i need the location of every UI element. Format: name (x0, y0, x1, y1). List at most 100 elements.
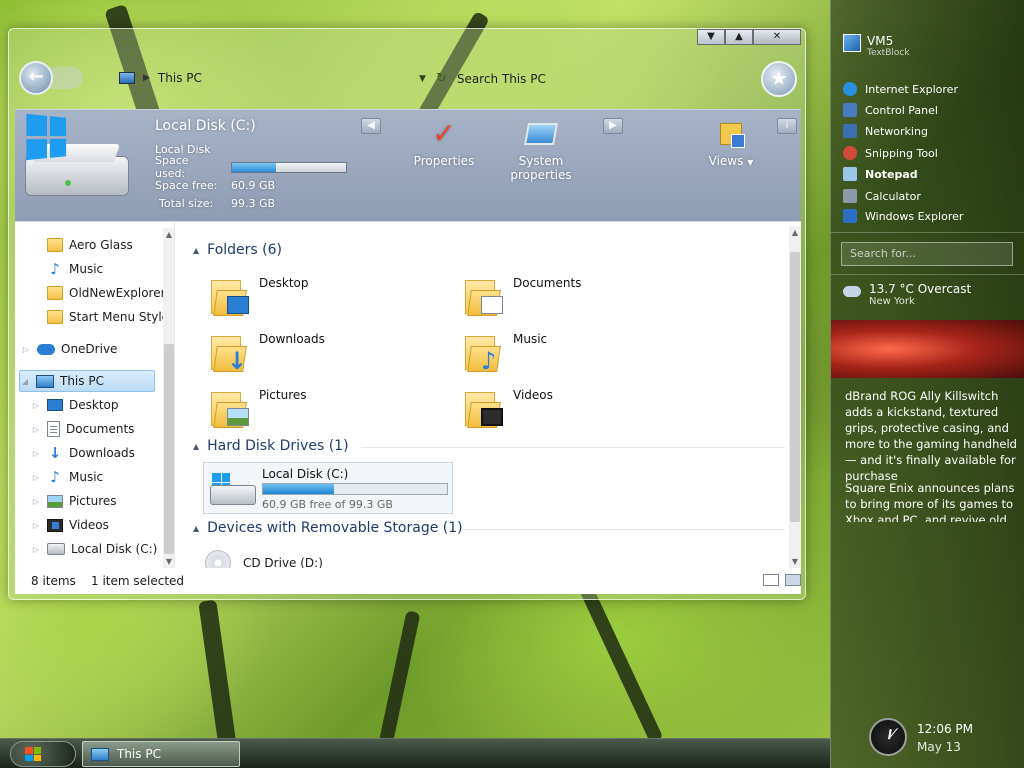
back-button[interactable]: ← (19, 61, 53, 95)
search-input[interactable]: Search This PC (457, 72, 546, 86)
start-button[interactable] (10, 741, 76, 767)
system-properties-button[interactable]: System properties (491, 118, 591, 182)
maximize-button[interactable]: ▲ (725, 29, 753, 45)
chevron-right-icon[interactable]: ▶ (143, 73, 150, 83)
group-header-removable-storage[interactable]: ▲ Devices with Removable Storage (1) (193, 520, 463, 536)
search-box[interactable]: ▼ ↻ Search This PC (419, 71, 546, 86)
details-view-icon[interactable] (763, 574, 779, 586)
folder-tile-videos[interactable]: Videos (465, 388, 553, 428)
clock-time: 12:06 PM (917, 722, 973, 736)
chevron-down-icon: ▼ (747, 158, 754, 167)
disk-title: Local Disk (C:) (155, 118, 256, 134)
expand-icon[interactable]: ▷ (31, 449, 41, 458)
scroll-down-icon[interactable]: ▼ (163, 557, 174, 566)
sidebar-link-networking[interactable]: Networking (843, 124, 928, 138)
expand-icon[interactable]: ▷ (31, 497, 41, 506)
expand-icon[interactable]: ▷ (21, 345, 31, 354)
nav-item-downloads[interactable]: ▷ ↓ Downloads (31, 442, 135, 464)
nav-item-start-menu-style[interactable]: Start Menu Style (47, 306, 169, 328)
folder-tile-downloads[interactable]: ↓ Downloads (211, 332, 325, 373)
nav-item-this-pc[interactable]: ◢ This PC (19, 370, 155, 392)
news-item[interactable]: Square Enix announces plans to bring mor… (845, 480, 1019, 522)
star-icon: ★ (770, 66, 788, 90)
scroll-down-icon[interactable]: ▼ (789, 557, 801, 566)
nav-item-music-pinned[interactable]: ♪ Music (47, 258, 103, 280)
address-bar[interactable]: ▶ This PC (119, 71, 202, 85)
chevron-down-icon[interactable]: ▼ (419, 74, 426, 84)
music-icon: ♪ (50, 468, 60, 486)
main-scroll-thumb[interactable] (790, 252, 800, 522)
nav-item-local-disk[interactable]: ▷ Local Disk (C:) (31, 538, 157, 560)
collapse-icon[interactable]: ▲ (193, 524, 199, 533)
nav-item-desktop[interactable]: ▷ Desktop (31, 394, 119, 416)
address-location[interactable]: This PC (158, 71, 202, 85)
folder-tile-documents[interactable]: Documents (465, 276, 581, 316)
clock-date: May 13 (917, 740, 961, 754)
pane-back-button[interactable]: ◀ (361, 118, 381, 134)
space-free-label: Space free: (155, 178, 218, 192)
close-button[interactable]: ✕ (753, 29, 801, 45)
disk-metadata: Local Disk (C:) Local Disk Space used: S… (155, 118, 347, 212)
vm5-logo-icon (843, 34, 861, 52)
sidebar-link-control-panel[interactable]: Control Panel (843, 103, 938, 117)
minimize-button[interactable]: ▼ (697, 29, 725, 45)
documents-folder-icon (465, 276, 503, 316)
scroll-up-icon[interactable]: ▲ (789, 228, 801, 237)
sidebar-link-snipping-tool[interactable]: Snipping Tool (843, 146, 938, 160)
sidebar-link-notepad[interactable]: Notepad (843, 167, 918, 181)
sidebar-link-calculator[interactable]: Calculator (843, 189, 921, 203)
expand-icon[interactable]: ▷ (31, 521, 41, 530)
status-bar: 8 items 1 item selected (15, 568, 801, 594)
expand-icon[interactable]: ▷ (31, 425, 41, 434)
expand-icon[interactable]: ▷ (31, 473, 41, 482)
news-item[interactable]: dBrand ROG Ally Killswitch adds a kickst… (845, 388, 1019, 484)
nav-item-onedrive[interactable]: ▷ OneDrive (21, 338, 118, 360)
large-icons-view-icon[interactable] (785, 574, 801, 586)
expand-icon[interactable]: ▷ (31, 401, 41, 410)
nav-item-music[interactable]: ▷ ♪ Music (31, 466, 103, 488)
scroll-up-icon[interactable]: ▲ (163, 230, 174, 239)
explorer-window: ▼ ▲ ✕ ← ▶ This PC ▼ ↻ Search This PC ★ L… (8, 28, 806, 600)
taskbar: This PC (0, 738, 830, 768)
favorites-button[interactable]: ★ (761, 61, 797, 97)
folder-tile-music[interactable]: ♪ Music (465, 332, 547, 373)
scissors-icon (843, 146, 857, 160)
taskbar-item-this-pc[interactable]: This PC (82, 741, 240, 767)
collapse-icon[interactable]: ▲ (193, 442, 199, 451)
sidebar-link-windows-explorer[interactable]: Windows Explorer (843, 209, 963, 223)
pane-forward-button[interactable]: ▶ (603, 118, 623, 134)
collapse-icon[interactable]: ▲ (193, 246, 199, 255)
sidebar-search-input[interactable]: Search for... (841, 242, 1013, 266)
drive-tile-local-disk[interactable]: Local Disk (C:) 60.9 GB free of 99.3 GB (203, 462, 453, 514)
group-header-folders[interactable]: ▲ Folders (6) (193, 242, 282, 258)
control-panel-icon (843, 103, 857, 117)
space-free-value: 60.9 GB (231, 178, 276, 192)
sidebar-link-internet-explorer[interactable]: Internet Explorer (843, 82, 958, 96)
computer-icon (36, 374, 54, 388)
folder-icon (47, 310, 63, 324)
folder-tile-desktop[interactable]: Desktop (211, 276, 309, 316)
weather-temperature: 13.7 °C Overcast (869, 282, 972, 296)
documents-icon (47, 421, 60, 437)
drive-tile-cd[interactable]: CD Drive (D:) (205, 550, 323, 568)
folder-tile-pictures[interactable]: Pictures (211, 388, 307, 428)
info-button[interactable]: i (777, 118, 797, 134)
nav-item-aero-glass[interactable]: Aero Glass (47, 234, 133, 256)
videos-folder-icon (465, 388, 503, 428)
nav-item-pictures[interactable]: ▷ Pictures (31, 490, 117, 512)
refresh-icon[interactable]: ↻ (436, 71, 447, 86)
sidebar-subtitle: TextBlock (867, 48, 910, 58)
nav-scroll-thumb[interactable] (164, 344, 174, 554)
collapse-icon[interactable]: ◢ (20, 377, 30, 386)
nav-item-documents[interactable]: ▷ Documents (31, 418, 134, 440)
nav-item-oldnewexplorer[interactable]: OldNewExplorer (47, 282, 166, 304)
views-button[interactable]: Views ▼ (703, 118, 759, 168)
nav-item-videos[interactable]: ▷ Videos (31, 514, 109, 536)
expand-icon[interactable]: ▷ (31, 545, 41, 554)
nav-scrollbar[interactable]: ▲ ▼ (163, 228, 174, 568)
main-scrollbar[interactable]: ▲ ▼ (789, 226, 801, 568)
weather-widget[interactable]: 13.7 °C Overcast New York (843, 282, 971, 307)
properties-button[interactable]: ✓ Properties (411, 118, 477, 169)
analog-clock-icon (869, 718, 907, 756)
group-header-hard-disk-drives[interactable]: ▲ Hard Disk Drives (1) (193, 438, 349, 454)
